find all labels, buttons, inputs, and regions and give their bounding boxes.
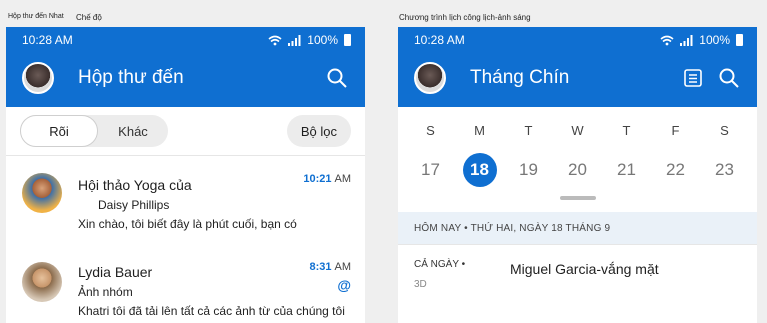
- sender-avatar: [22, 262, 62, 302]
- weekday-label: M: [474, 123, 485, 138]
- agenda-view-icon: [684, 69, 702, 87]
- message-subject: Daisy Phillips: [98, 198, 170, 212]
- battery-percent: 100%: [699, 33, 730, 47]
- status-bar: 10:28 AM 100%: [398, 27, 757, 53]
- calendar-app-bar: 10:28 AM 100% Tháng Chín: [398, 27, 757, 107]
- mention-icon: @: [337, 277, 351, 293]
- message-item[interactable]: Hội thảo Yoga của 10:21 AM Daisy Phillips…: [6, 156, 365, 244]
- message-subject: Ảnh nhóm: [78, 285, 133, 299]
- weekday-label: W: [571, 123, 584, 138]
- caption-mode: Chế độ: [76, 13, 102, 22]
- weekday-label: S: [720, 123, 729, 138]
- day-cell[interactable]: 20: [558, 150, 598, 190]
- event-item[interactable]: CẢ NGÀY • 3D Miguel Garcia-vắng mặt: [398, 244, 757, 305]
- caption-inbox-mode: Hộp thư đến Nhat: [8, 13, 64, 20]
- status-bar: 10:28 AM 100%: [6, 27, 365, 53]
- status-time: 10:28 AM: [22, 33, 73, 47]
- signal-icon: [680, 34, 693, 46]
- battery-percent: 100%: [307, 33, 338, 47]
- search-icon: [719, 68, 739, 88]
- signal-icon: [288, 34, 301, 46]
- search-button[interactable]: [715, 64, 743, 92]
- caption-calendar: Chương trình lịch công lịch-ảnh sáng: [399, 13, 531, 22]
- message-preview: Khatri tôi đã tải lên tất cả các ảnh từ …: [78, 304, 345, 318]
- status-time: 10:28 AM: [414, 33, 465, 47]
- day-cell[interactable]: 22: [656, 150, 696, 190]
- day-cell[interactable]: 21: [607, 150, 647, 190]
- weekday-label: T: [622, 123, 631, 138]
- month-title[interactable]: Tháng Chín: [470, 67, 679, 89]
- message-time: 10:21 AM: [303, 173, 351, 185]
- search-icon: [327, 68, 347, 88]
- day-cell[interactable]: 17: [411, 150, 451, 190]
- event-duration: 3D: [414, 279, 427, 290]
- filter-bar: Rõi Khác Bộ lọc: [6, 107, 365, 156]
- weekday-label: S: [426, 123, 435, 138]
- event-allday-label: CẢ NGÀY •: [414, 259, 466, 270]
- tab-focused[interactable]: Rõi: [20, 115, 98, 147]
- message-item[interactable]: Lydia Bauer 8:31 AM @ Ảnh nhóm Khatri tôi…: [6, 244, 365, 323]
- calendar-screen: 10:28 AM 100% Tháng Chín S M T W T F S 1…: [398, 27, 757, 323]
- account-avatar[interactable]: [22, 62, 54, 94]
- wifi-icon: [660, 35, 674, 45]
- day-cell[interactable]: 23: [705, 150, 745, 190]
- battery-icon: [736, 34, 743, 46]
- message-sender: Lydia Bauer: [78, 264, 153, 280]
- inbox-screen: 10:28 AM 100% Hộp thư đến Rõi Khác Bộ lọ…: [6, 27, 365, 323]
- message-preview: Xin chào, tôi biết đây là phút cuối, bạn…: [78, 217, 297, 231]
- account-avatar[interactable]: [414, 62, 446, 94]
- day-cell[interactable]: 19: [509, 150, 549, 190]
- filter-button[interactable]: Bộ lọc: [286, 115, 351, 147]
- view-switcher-button[interactable]: [679, 64, 707, 92]
- inbox-app-bar: 10:28 AM 100% Hộp thư đến: [6, 27, 365, 107]
- day-header: HÔM NAY • THỨ HAI, NGÀY 18 THÁNG 9: [398, 212, 757, 244]
- tab-other[interactable]: Khác: [98, 115, 168, 147]
- focus-toggle: Rõi Khác: [20, 115, 168, 147]
- week-strip: 17 18 19 20 21 22 23: [398, 138, 757, 190]
- message-time: 8:31 AM: [309, 261, 351, 273]
- expand-handle[interactable]: [559, 196, 596, 200]
- page-title: Hộp thư đến: [78, 67, 184, 88]
- sender-avatar: [22, 173, 62, 213]
- event-title: Miguel Garcia-vắng mặt: [510, 261, 659, 277]
- weekday-header: S M T W T F S: [398, 107, 757, 138]
- search-button[interactable]: [323, 64, 351, 92]
- wifi-icon: [268, 35, 282, 45]
- battery-icon: [344, 34, 351, 46]
- weekday-label: F: [671, 123, 680, 138]
- weekday-label: T: [524, 123, 533, 138]
- day-cell-today[interactable]: 18: [462, 153, 497, 187]
